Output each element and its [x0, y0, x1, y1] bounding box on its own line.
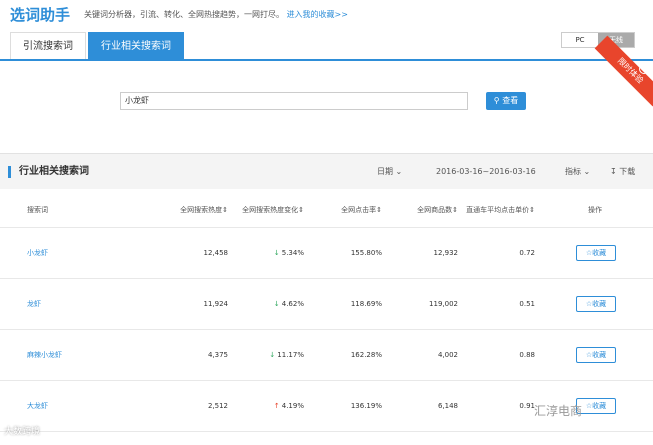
cpc-value: 0.88: [519, 351, 535, 359]
brand-title: 选词助手: [10, 5, 71, 24]
col-action: 操作: [588, 205, 602, 214]
date-dropdown[interactable]: 日期 ⌄: [377, 166, 402, 177]
heat-change-value: ↓ 5.34%: [273, 249, 304, 257]
col-ctr[interactable]: 全网点击率 ⇕: [320, 192, 382, 227]
keyword-table: 搜索词 全网搜索热度 ⇕ 全网搜索热度变化 ⇕ 全网点击率 ⇕ 全网商品数 ⇕ 直通车平…: [0, 192, 653, 432]
sort-icon: ⇕: [452, 205, 458, 214]
search-icon: ⚲: [493, 96, 500, 105]
chevron-down-icon: ⌄: [583, 167, 591, 176]
device-pc-button[interactable]: PC: [562, 33, 598, 47]
col-cpc[interactable]: 直通车平均点击单价 ⇕: [462, 192, 535, 227]
chevron-down-icon: ⌄: [395, 167, 403, 176]
arrow-down-icon: ↓: [269, 351, 276, 359]
heat-change-value: ↑ 4.19%: [273, 402, 304, 410]
arrow-up-icon: ↑: [273, 402, 280, 410]
heat-value: 11,924: [203, 300, 229, 308]
heat-change-value: ↓ 4.62%: [273, 300, 304, 308]
keyword-link[interactable]: 麻辣小龙虾: [27, 330, 62, 380]
ctr-value: 155.80%: [350, 249, 382, 257]
table-row: 龙虾 11,924 ↓ 4.62% 118.69% 119,002 0.51 ☆收藏: [0, 279, 653, 330]
cpc-value: 0.91: [519, 402, 535, 410]
heat-value: 2,512: [207, 402, 228, 410]
watermark-right: 汇淳电商: [534, 404, 583, 418]
tab-traffic-keywords[interactable]: 引流搜索词: [10, 32, 86, 59]
keyword-link[interactable]: 小龙虾: [27, 228, 48, 278]
sort-icon: ⇕: [529, 205, 535, 214]
arrow-down-icon: ↓: [273, 249, 280, 257]
description-text: 关键词分析器，引流、转化、全网热搜趋势，一网打尽。 进入我的收藏>>: [84, 9, 348, 19]
date-range[interactable]: 2016-03-16~2016-03-16: [436, 167, 536, 176]
goods-value: 12,932: [433, 249, 459, 257]
heat-value: 12,458: [203, 249, 229, 257]
panel-title: 行业相关搜索词: [8, 165, 89, 178]
sort-icon: ⇕: [376, 205, 382, 214]
col-goods[interactable]: 全网商品数 ⇕: [392, 192, 458, 227]
ctr-value: 136.19%: [350, 402, 382, 410]
favorite-button[interactable]: ☆收藏: [576, 296, 616, 312]
cpc-value: 0.51: [519, 300, 535, 308]
download-button[interactable]: ↧ 下载: [610, 166, 635, 177]
favorite-button[interactable]: ☆收藏: [576, 245, 616, 261]
goods-value: 4,002: [437, 351, 458, 359]
col-heat-change[interactable]: 全网搜索热度变化 ⇕: [240, 192, 304, 227]
search-button-label: 查看: [502, 96, 519, 105]
ctr-value: 162.28%: [350, 351, 382, 359]
keyword-link[interactable]: 龙虾: [27, 279, 41, 329]
col-heat[interactable]: 全网搜索热度 ⇕: [160, 192, 228, 227]
arrow-down-icon: ↓: [273, 300, 280, 308]
col-keyword: 搜索词: [27, 205, 48, 214]
goods-value: 119,002: [429, 300, 458, 308]
download-icon: ↧: [610, 167, 617, 176]
heat-change-value: ↓ 11.17%: [269, 351, 304, 359]
favorite-button[interactable]: ☆收藏: [576, 347, 616, 363]
tab-industry-keywords[interactable]: 行业相关搜索词: [88, 32, 184, 59]
goods-value: 6,148: [437, 402, 458, 410]
search-button[interactable]: ⚲ 查看: [486, 92, 526, 110]
watermark-left: 大数跨境: [4, 427, 41, 437]
favorites-link[interactable]: 进入我的收藏>>: [287, 10, 348, 19]
plus-icon: +: [639, 64, 649, 74]
search-input[interactable]: 小龙虾: [120, 92, 468, 110]
cpc-value: 0.72: [519, 249, 535, 257]
top-bar: 选词助手 关键词分析器，引流、转化、全网热搜趋势，一网打尽。 进入我的收藏>>: [0, 0, 653, 28]
metric-dropdown[interactable]: 指标 ⌄: [565, 166, 590, 177]
table-row: 麻辣小龙虾 4,375 ↓ 11.17% 162.28% 4,002 0.88 ☆收藏: [0, 330, 653, 381]
table-header: 搜索词 全网搜索热度 ⇕ 全网搜索热度变化 ⇕ 全网点击率 ⇕ 全网商品数 ⇕ 直通车平…: [0, 192, 653, 228]
sort-icon: ⇕: [298, 205, 304, 214]
heat-value: 4,375: [207, 351, 228, 359]
tab-bar: 引流搜索词 行业相关搜索词 PC 无线: [0, 28, 653, 61]
sort-icon: ⇕: [222, 205, 228, 214]
panel-header: 行业相关搜索词 日期 ⌄ 2016-03-16~2016-03-16 指标 ⌄ …: [0, 153, 653, 189]
ctr-value: 118.69%: [350, 300, 382, 308]
table-row: 小龙虾 12,458 ↓ 5.34% 155.80% 12,932 0.72 ☆收藏: [0, 228, 653, 279]
